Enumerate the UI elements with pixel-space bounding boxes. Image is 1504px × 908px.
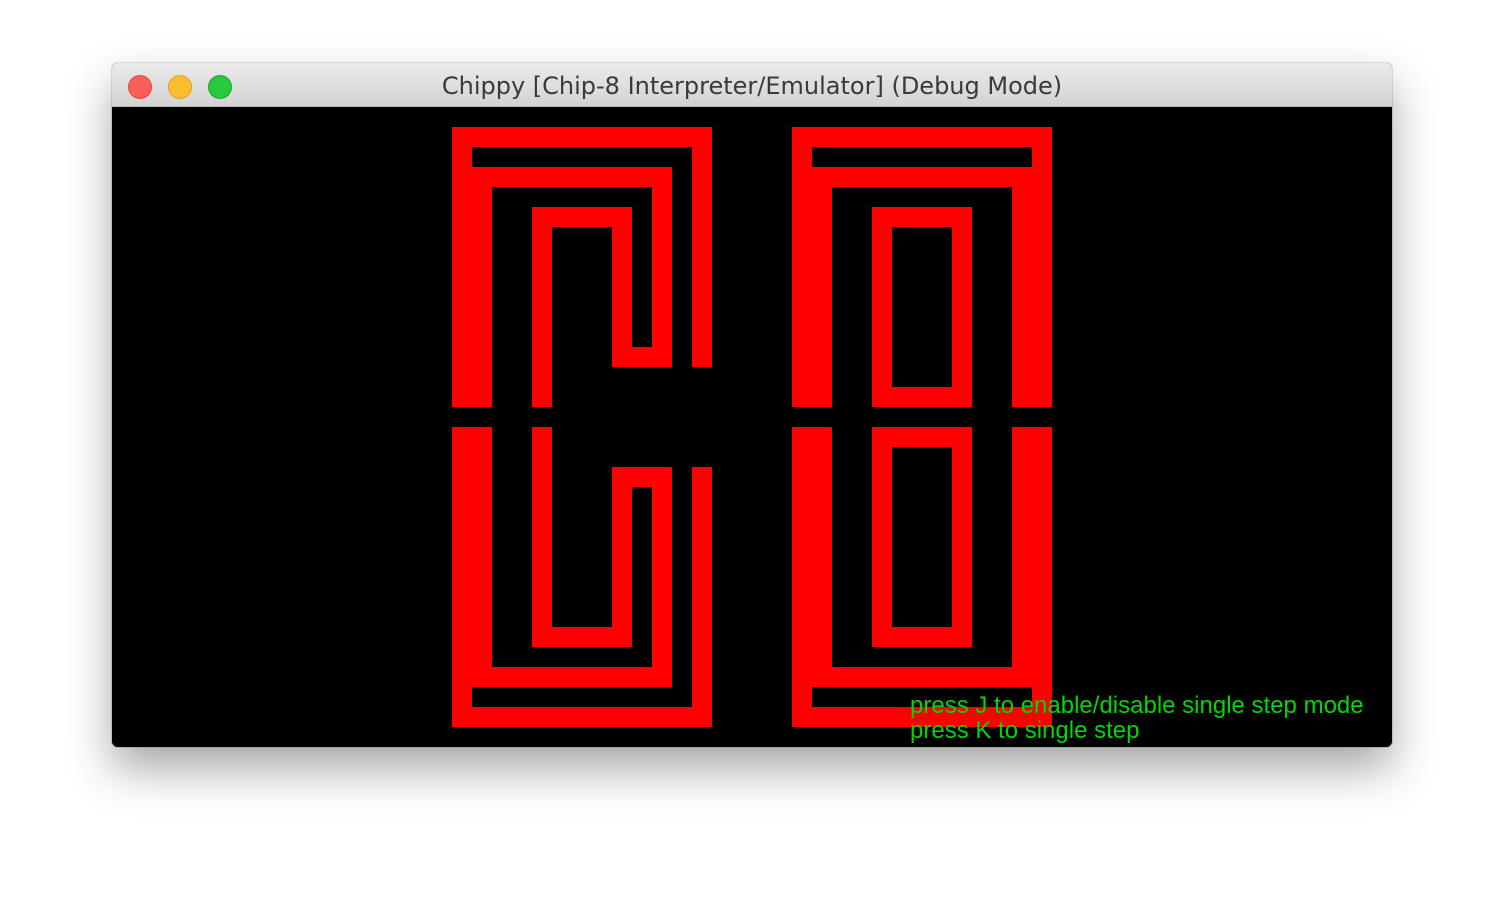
debug-help-line-single-step-toggle: press J to enable/disable single step mo… xyxy=(910,692,1364,719)
emulator-screen[interactable]: press J to enable/disable single step mo… xyxy=(112,107,1392,747)
emulator-window: Chippy [Chip-8 Interpreter/Emulator] (De… xyxy=(112,63,1392,747)
title-bar[interactable]: Chippy [Chip-8 Interpreter/Emulator] (De… xyxy=(112,63,1392,107)
glyph-8-bottom xyxy=(792,427,1052,727)
chip8-display xyxy=(452,127,1052,727)
glyph-8-top xyxy=(792,127,1052,407)
glyph-c-bottom xyxy=(452,427,712,727)
window-title: Chippy [Chip-8 Interpreter/Emulator] (De… xyxy=(441,72,1063,100)
glyph-c-top xyxy=(452,127,712,407)
debug-help-overlay: press J to enable/disable single step mo… xyxy=(910,693,1364,743)
debug-help-line-single-step: press K to single step xyxy=(910,717,1140,744)
